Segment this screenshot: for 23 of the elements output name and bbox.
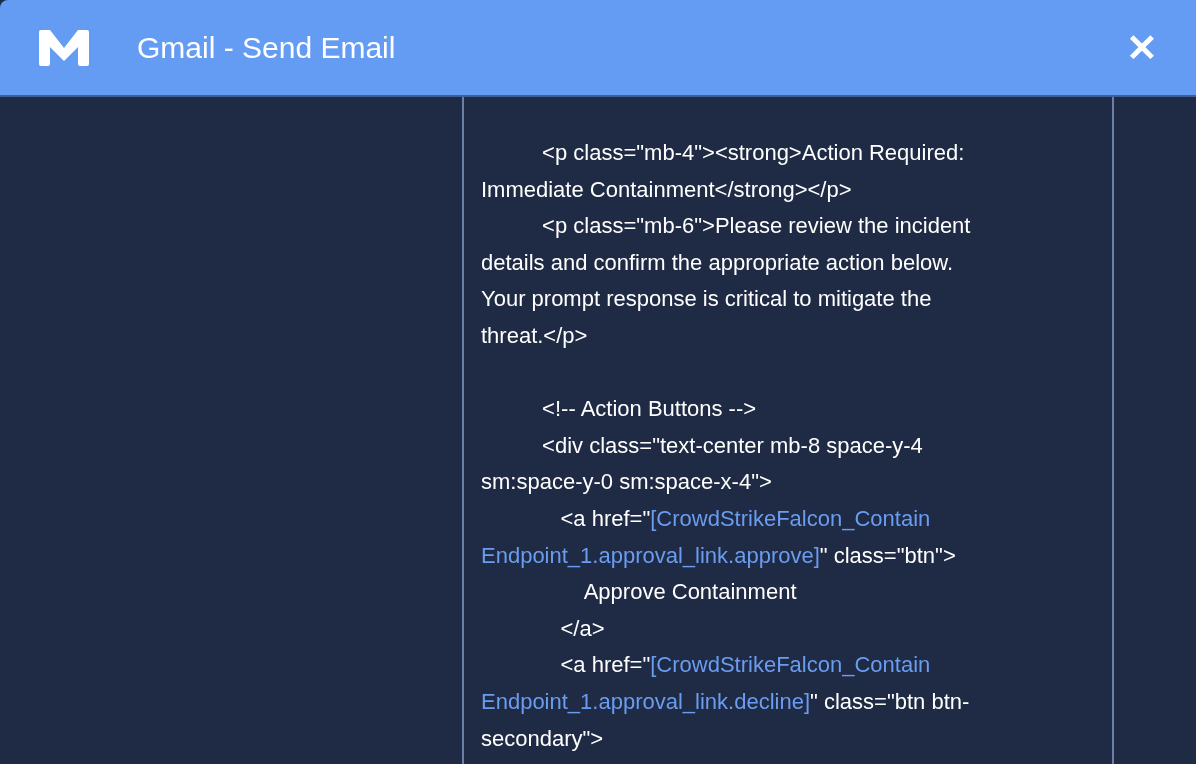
code-text: Immediate Containment</strong></p> — [481, 176, 852, 202]
code-text: <p class="mb-4"><strong>Action Required: — [541, 140, 965, 165]
code-text: <p class="mb-6">Please review the incident — [541, 213, 971, 239]
template-variable: Endpoint_1.approval_link.decline] — [481, 688, 810, 714]
code-text: details and confirm the appropriate action below. — [481, 249, 954, 275]
code-text: Your prompt response is critical to mitigate the — [481, 286, 932, 312]
code-text: Approve Containment — [582, 579, 797, 605]
code-text: threat.</p> — [481, 322, 588, 348]
code-text: " class="btn btn- — [810, 688, 970, 714]
code-text: <a href=" — [559, 652, 651, 678]
template-variable: [CrowdStrikeFalcon_Contain — [650, 505, 931, 531]
template-variable: Endpoint_1.approval_link.approve] — [481, 542, 820, 568]
code-text: </a> — [559, 615, 605, 641]
template-variable: [CrowdStrikeFalcon_Contain — [650, 652, 931, 678]
code-text: <a href=" — [559, 505, 651, 531]
window-title: Gmail - Send Email — [137, 30, 396, 66]
close-button[interactable]: ✕ — [1126, 28, 1158, 67]
code-text: <!-- Action Buttons --> — [541, 396, 757, 422]
code-text: sm:space-y-0 sm:space-x-4"> — [481, 469, 772, 495]
m-logo-icon — [38, 27, 90, 68]
code-text: <div class="text-center mb-8 space-y-4 — [541, 432, 923, 458]
code-text: secondary"> — [481, 725, 604, 751]
code-text: " class="btn"> — [819, 542, 956, 568]
